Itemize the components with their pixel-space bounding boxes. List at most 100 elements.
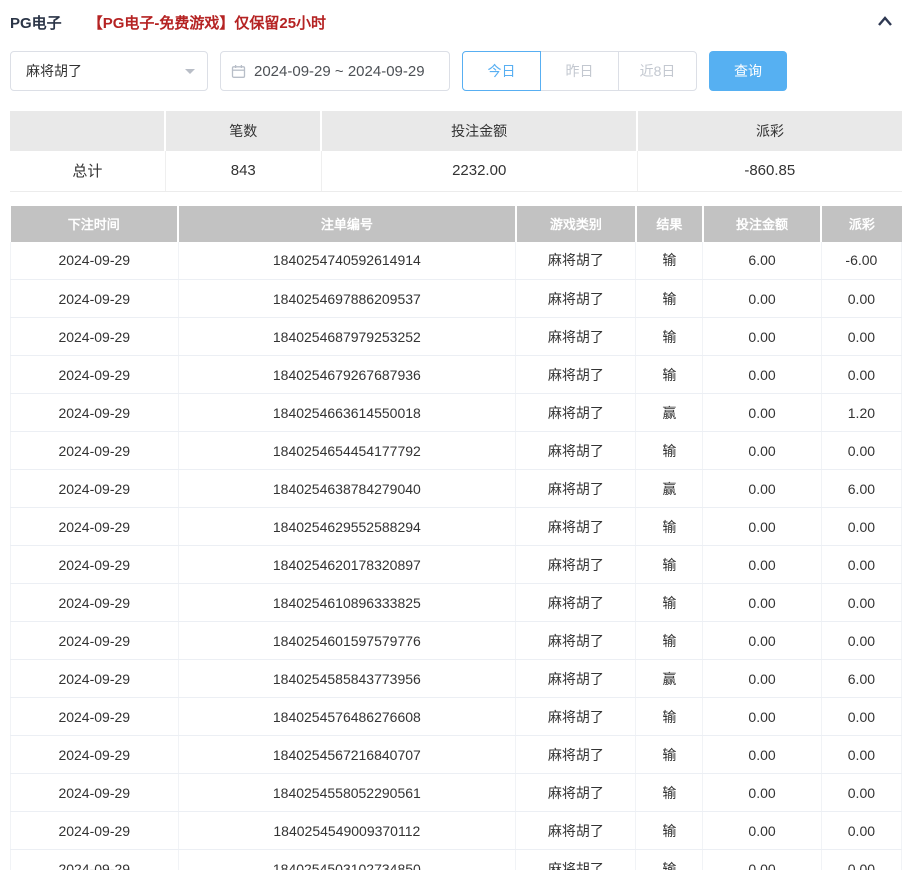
table-row: 2024-09-29 1840254549009370112 麻将胡了 输 0.…	[11, 812, 902, 850]
cell-game-type: 麻将胡了	[516, 508, 636, 546]
cell-result: 输	[636, 584, 703, 622]
cell-bet-time: 2024-09-29	[11, 356, 179, 394]
cell-result: 输	[636, 242, 703, 280]
query-button[interactable]: 查询	[709, 51, 787, 91]
cell-result: 输	[636, 736, 703, 774]
cell-payout: 1.20	[821, 394, 901, 432]
cell-order-id: 1840254585843773956	[178, 660, 516, 698]
table-row: 2024-09-29 1840254503102734850 麻将胡了 输 0.…	[11, 850, 902, 870]
cell-bet-amount: 0.00	[703, 660, 822, 698]
date-range-value: 2024-09-29 ~ 2024-09-29	[254, 63, 425, 80]
cell-game-type: 麻将胡了	[516, 394, 636, 432]
cell-result: 输	[636, 850, 703, 870]
cell-game-type: 麻将胡了	[516, 242, 636, 280]
cell-bet-time: 2024-09-29	[11, 660, 179, 698]
cell-result: 赢	[636, 660, 703, 698]
cell-order-id: 1840254620178320897	[178, 546, 516, 584]
cell-payout: -6.00	[821, 242, 901, 280]
cell-game-type: 麻将胡了	[516, 546, 636, 584]
cell-result: 输	[636, 318, 703, 356]
caret-down-icon	[185, 69, 195, 79]
summary-header-row: 笔数投注金额派彩	[10, 111, 902, 151]
table-row: 2024-09-29 1840254638784279040 麻将胡了 赢 0.…	[11, 470, 902, 508]
cell-order-id: 1840254687979253252	[178, 318, 516, 356]
cell-result: 输	[636, 622, 703, 660]
summary-bet-amount: 2232.00	[321, 151, 637, 191]
cell-result: 赢	[636, 394, 703, 432]
cell-result: 赢	[636, 470, 703, 508]
cell-bet-time: 2024-09-29	[11, 470, 179, 508]
table-row: 2024-09-29 1840254585843773956 麻将胡了 赢 0.…	[11, 660, 902, 698]
cell-payout: 0.00	[821, 432, 901, 470]
table-row: 2024-09-29 1840254740592614914 麻将胡了 输 6.…	[11, 242, 902, 280]
cell-bet-time: 2024-09-29	[11, 736, 179, 774]
page: PG电子 【PG电子-免费游戏】仅保留25小时 麻将胡了 2024-09-29 …	[0, 0, 915, 870]
records-column-header: 注单编号	[178, 206, 516, 242]
cell-order-id: 1840254663614550018	[178, 394, 516, 432]
cell-game-type: 麻将胡了	[516, 280, 636, 318]
cell-game-type: 麻将胡了	[516, 356, 636, 394]
collapse-button[interactable]	[876, 15, 902, 29]
cell-bet-amount: 6.00	[703, 242, 822, 280]
cell-order-id: 1840254503102734850	[178, 850, 516, 870]
table-row: 2024-09-29 1840254567216840707 麻将胡了 输 0.…	[11, 736, 902, 774]
cell-order-id: 1840254610896333825	[178, 584, 516, 622]
last-8-days-button[interactable]: 近8日	[618, 51, 697, 91]
cell-payout: 0.00	[821, 356, 901, 394]
cell-bet-amount: 0.00	[703, 394, 822, 432]
cell-game-type: 麻将胡了	[516, 584, 636, 622]
table-row: 2024-09-29 1840254576486276608 麻将胡了 输 0.…	[11, 698, 902, 736]
table-row: 2024-09-29 1840254558052290561 麻将胡了 输 0.…	[11, 774, 902, 812]
cell-payout: 0.00	[821, 850, 901, 870]
cell-bet-amount: 0.00	[703, 622, 822, 660]
summary-column-header: 派彩	[637, 111, 902, 151]
date-range-input[interactable]: 2024-09-29 ~ 2024-09-29	[220, 51, 450, 91]
cell-bet-time: 2024-09-29	[11, 508, 179, 546]
calendar-icon	[231, 64, 246, 79]
cell-order-id: 1840254567216840707	[178, 736, 516, 774]
cell-order-id: 1840254697886209537	[178, 280, 516, 318]
cell-bet-time: 2024-09-29	[11, 546, 179, 584]
quick-date-button-group: 今日昨日近8日	[462, 51, 697, 91]
table-row: 2024-09-29 1840254687979253252 麻将胡了 输 0.…	[11, 318, 902, 356]
cell-bet-amount: 0.00	[703, 812, 822, 850]
cell-bet-time: 2024-09-29	[11, 850, 179, 870]
cell-order-id: 1840254679267687936	[178, 356, 516, 394]
page-title: PG电子	[10, 12, 62, 33]
filter-bar: 麻将胡了 2024-09-29 ~ 2024-09-29 今日昨日近8日 查询	[10, 51, 902, 91]
bet-records-table: 下注时间注单编号游戏类别结果投注金额派彩 2024-09-29 18402547…	[10, 206, 902, 870]
cell-payout: 0.00	[821, 508, 901, 546]
summary-column-header: 投注金额	[321, 111, 637, 151]
cell-bet-amount: 0.00	[703, 318, 822, 356]
cell-bet-time: 2024-09-29	[11, 394, 179, 432]
cell-bet-amount: 0.00	[703, 470, 822, 508]
cell-payout: 0.00	[821, 584, 901, 622]
cell-bet-time: 2024-09-29	[11, 318, 179, 356]
summary-table: 笔数投注金额派彩 总计 843 2232.00 -860.85	[10, 111, 902, 192]
cell-order-id: 1840254576486276608	[178, 698, 516, 736]
cell-bet-time: 2024-09-29	[11, 812, 179, 850]
table-row: 2024-09-29 1840254697886209537 麻将胡了 输 0.…	[11, 280, 902, 318]
cell-order-id: 1840254638784279040	[178, 470, 516, 508]
cell-game-type: 麻将胡了	[516, 812, 636, 850]
cell-bet-time: 2024-09-29	[11, 280, 179, 318]
cell-bet-time: 2024-09-29	[11, 698, 179, 736]
records-column-header: 下注时间	[11, 206, 179, 242]
cell-order-id: 1840254629552588294	[178, 508, 516, 546]
cell-result: 输	[636, 774, 703, 812]
yesterday-button[interactable]: 昨日	[540, 51, 619, 91]
game-select[interactable]: 麻将胡了	[10, 51, 208, 91]
cell-order-id: 1840254654454177792	[178, 432, 516, 470]
cell-result: 输	[636, 546, 703, 584]
chevron-up-icon	[876, 15, 894, 29]
summary-payout: -860.85	[637, 151, 902, 191]
cell-game-type: 麻将胡了	[516, 432, 636, 470]
cell-payout: 6.00	[821, 660, 901, 698]
cell-result: 输	[636, 280, 703, 318]
cell-payout: 6.00	[821, 470, 901, 508]
summary-total-row: 总计 843 2232.00 -860.85	[10, 151, 902, 191]
records-column-header: 派彩	[821, 206, 901, 242]
today-button[interactable]: 今日	[462, 51, 541, 91]
cell-game-type: 麻将胡了	[516, 470, 636, 508]
cell-result: 输	[636, 698, 703, 736]
